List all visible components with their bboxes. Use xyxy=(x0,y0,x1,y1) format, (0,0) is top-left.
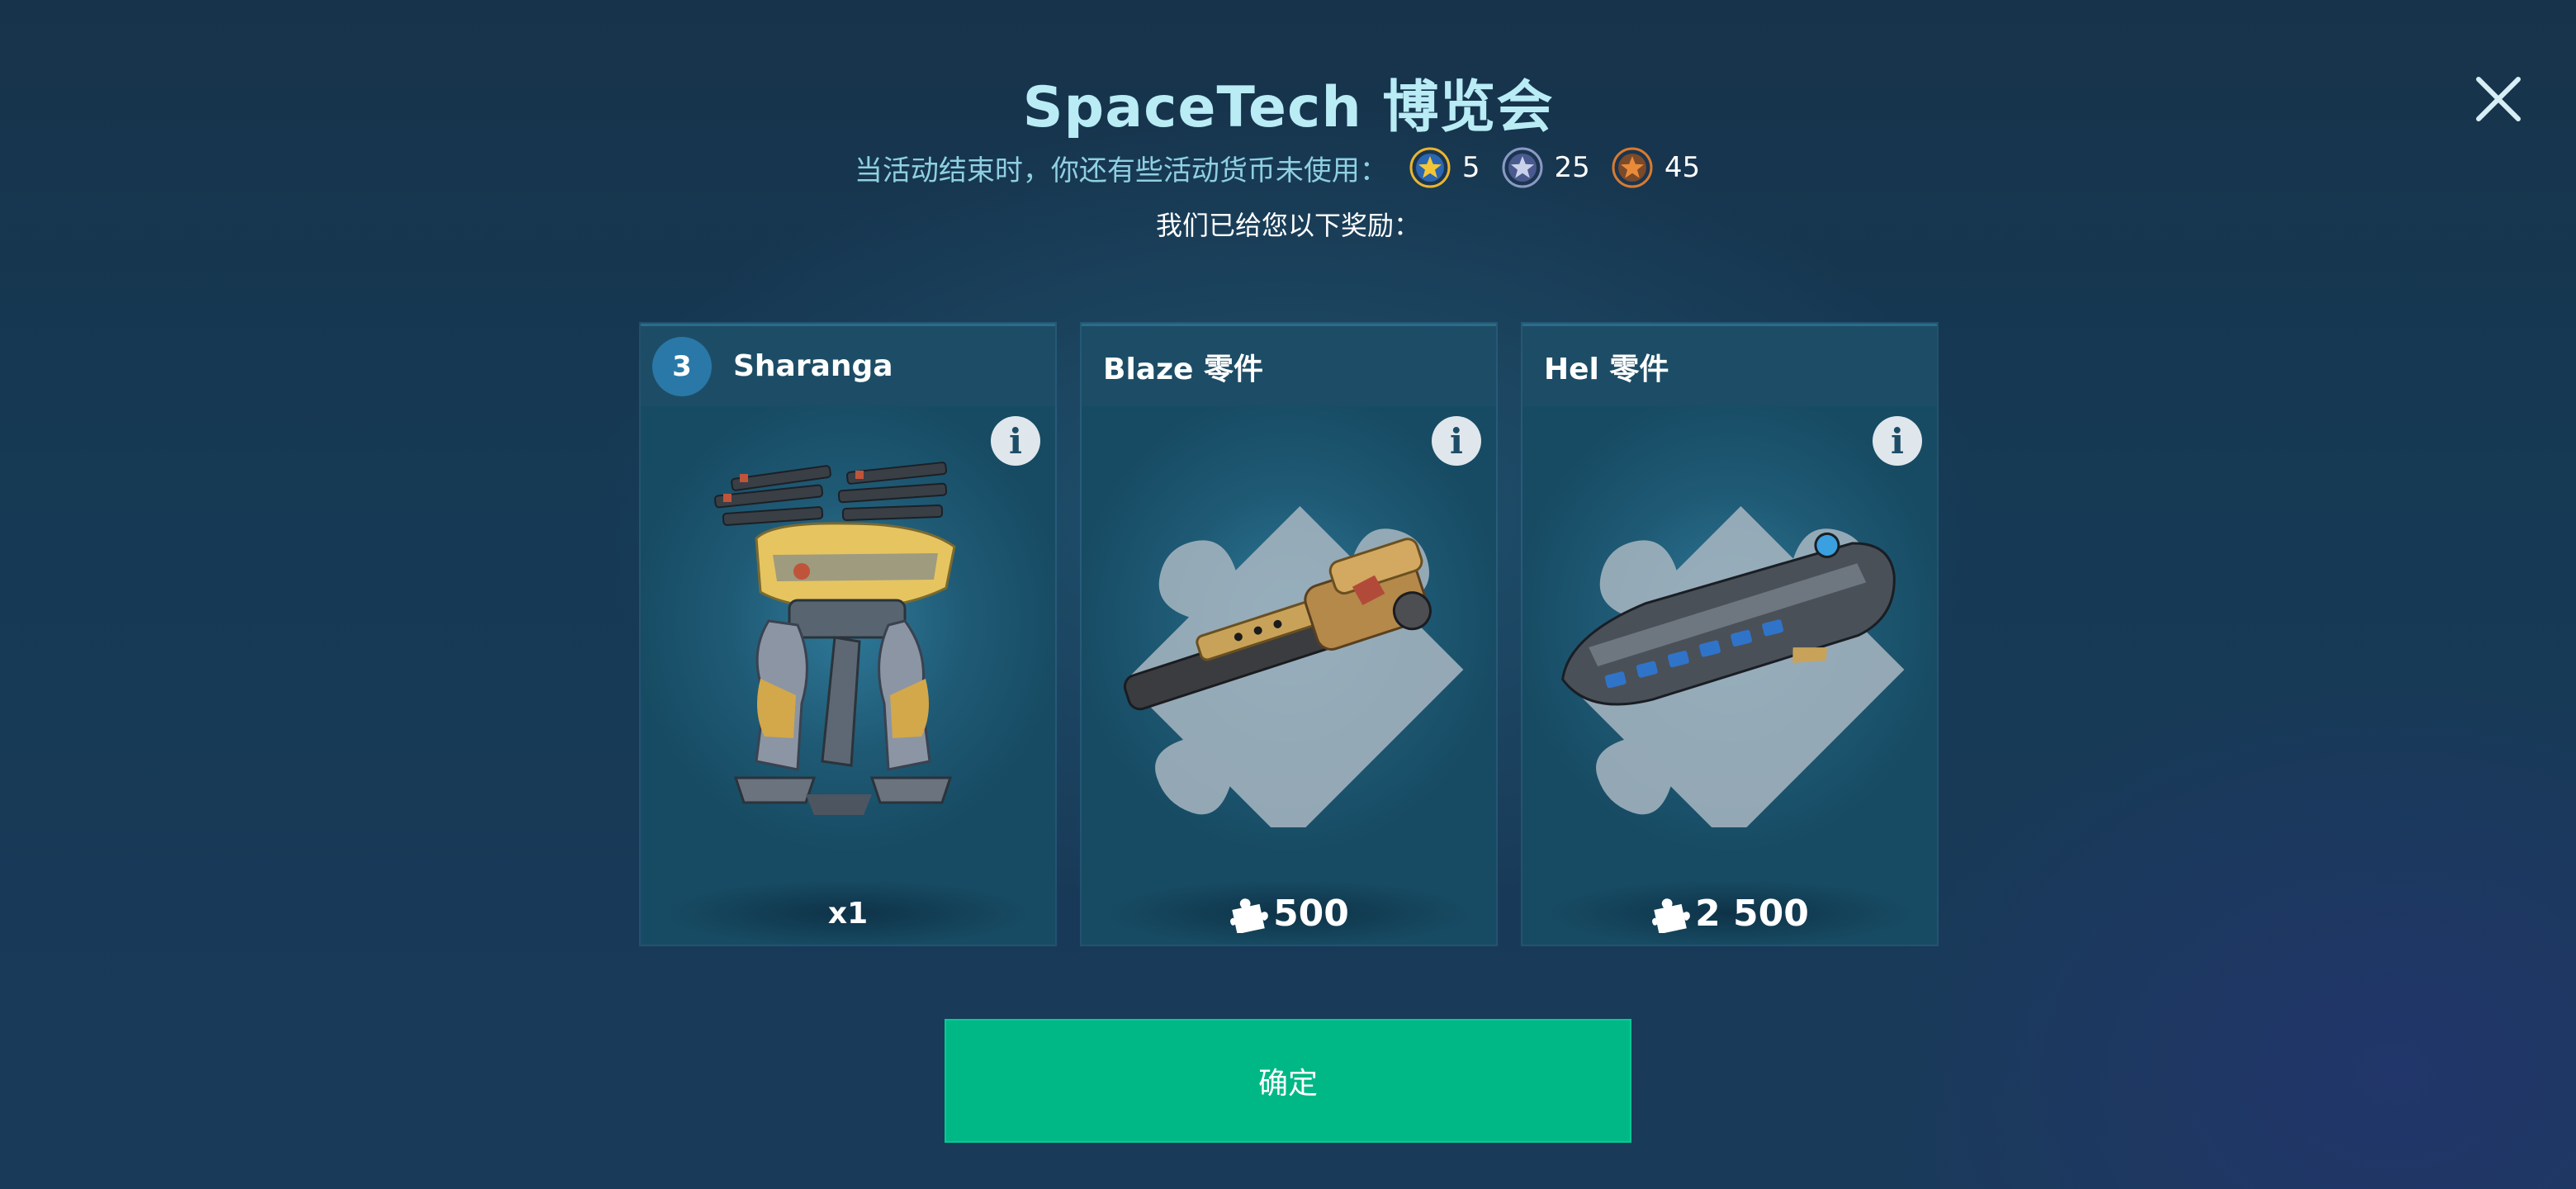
card-footer: 2 500 xyxy=(1522,882,1937,945)
puzzle-piece-icon xyxy=(1650,893,1690,933)
currency-silver-amount: 25 xyxy=(1554,151,1590,184)
reward-card-blaze[interactable]: Blaze 零件 i 500 xyxy=(1082,324,1496,945)
parts-amount: 500 xyxy=(1273,892,1349,935)
blaze-weapon-icon xyxy=(1098,431,1480,827)
currency-bronze-amount: 45 xyxy=(1664,151,1701,184)
hel-weapon-icon xyxy=(1539,431,1920,827)
card-title: Sharanga xyxy=(733,349,893,383)
card-title: Blaze 零件 xyxy=(1103,352,1263,386)
reward-quantity: x1 xyxy=(827,896,869,931)
reward-message: 我们已给您以下奖励： xyxy=(1155,210,1420,241)
card-footer: 500 xyxy=(1082,882,1496,945)
card-header: 3 Sharanga xyxy=(641,324,1055,406)
card-footer: x1 xyxy=(641,882,1055,945)
card-header: Hel 零件 xyxy=(1522,324,1937,406)
robot-icon xyxy=(657,431,1039,827)
close-icon[interactable] xyxy=(2472,73,2525,126)
page-title: SpaceTech 博览会 xyxy=(1022,75,1554,140)
quantity-badge: 3 xyxy=(652,336,712,396)
card-header: Blaze 零件 xyxy=(1082,324,1496,406)
currency-notice-text: 当活动结束时，你还有些活动货币未使用： xyxy=(854,154,1388,187)
currency-notice: 当活动结束时，你还有些活动货币未使用： 5 25 45 xyxy=(0,147,2576,188)
confirm-button[interactable]: 确定 xyxy=(945,1019,1631,1143)
reward-card-sharanga[interactable]: 3 Sharanga i x1 xyxy=(641,324,1055,945)
currency-gold-amount: 5 xyxy=(1461,151,1480,184)
parts-amount: 2 500 xyxy=(1695,892,1809,935)
gold-star-coin-icon xyxy=(1409,147,1451,188)
bronze-star-coin-icon xyxy=(1612,147,1653,188)
currency-bronze: 45 xyxy=(1612,147,1700,188)
currency-silver: 25 xyxy=(1502,147,1590,188)
silver-star-coin-icon xyxy=(1502,147,1543,188)
reward-card-hel[interactable]: Hel 零件 i 2 500 xyxy=(1522,324,1937,945)
card-title: Hel 零件 xyxy=(1544,352,1669,386)
currency-gold: 5 xyxy=(1409,147,1480,188)
puzzle-piece-icon xyxy=(1229,893,1268,933)
